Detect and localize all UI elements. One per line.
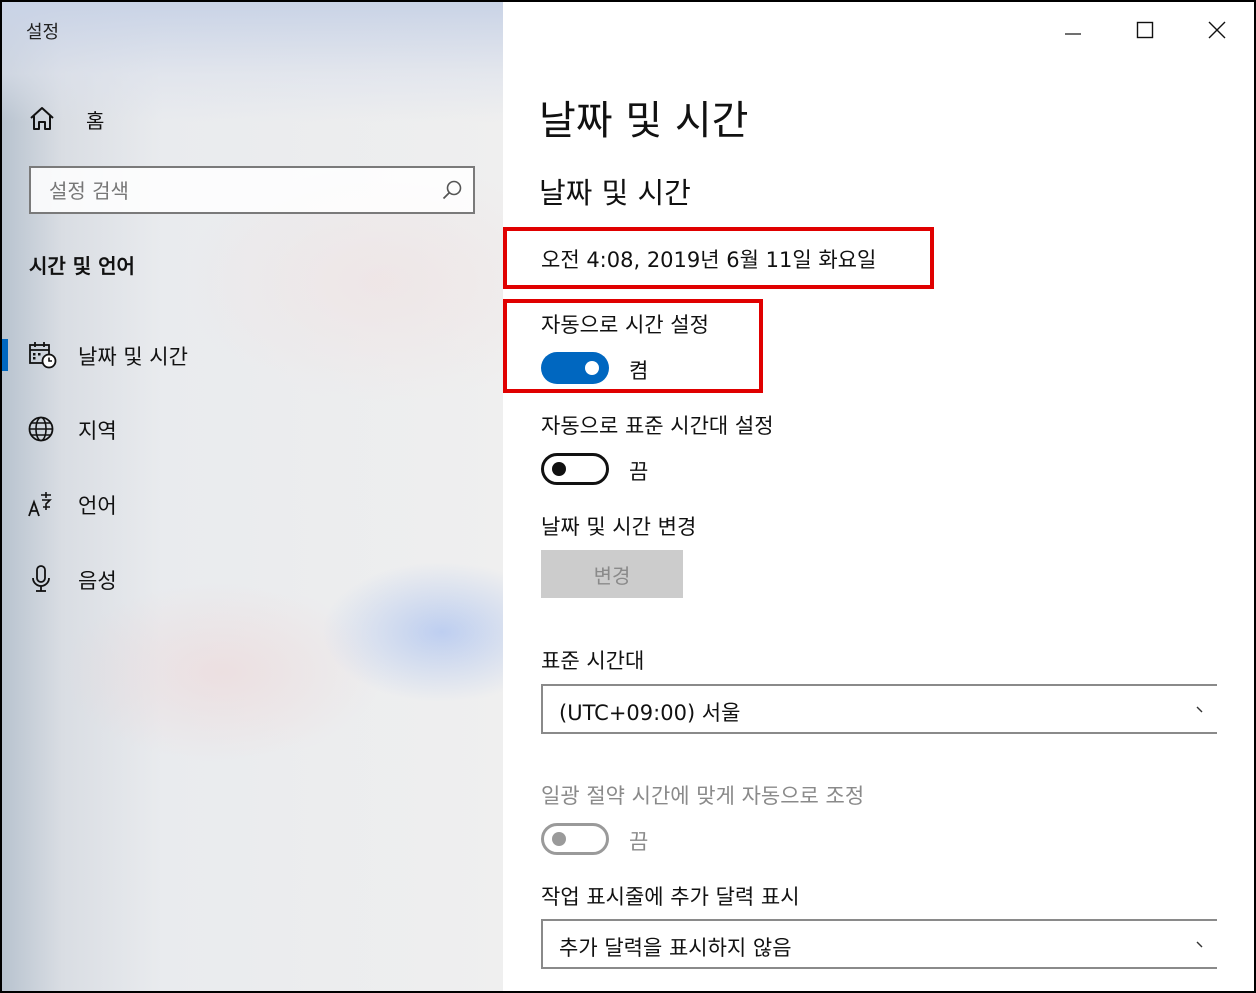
auto-time-label: 자동으로 시간 설정	[541, 313, 709, 337]
sidebar-item-label: 날짜 및 시간	[78, 345, 188, 369]
sidebar-item-speech[interactable]: 음성	[2, 556, 503, 602]
taskbar-calendar-label: 작업 표시줄에 추가 달력 표시	[541, 885, 800, 909]
taskbar-calendar-value: 추가 달력을 표시하지 않음	[559, 936, 792, 960]
search-input[interactable]	[47, 174, 431, 208]
calendar-clock-icon	[29, 342, 57, 369]
page-title: 날짜 및 시간	[539, 98, 749, 144]
settings-window: 설정 홈 시간 및 언어	[2, 2, 1254, 991]
home-icon	[30, 107, 54, 130]
sidebar-item-label: 지역	[78, 419, 117, 443]
dst-state: 끔	[629, 830, 649, 854]
chevron-down-icon	[1196, 941, 1203, 948]
dst-label: 일광 절약 시간에 맞게 자동으로 조정	[541, 784, 865, 808]
sidebar-item-date-time[interactable]: 날짜 및 시간	[2, 332, 503, 378]
minimize-button[interactable]	[1053, 10, 1093, 50]
sidebar: 설정 홈 시간 및 언어	[2, 2, 503, 991]
timezone-value: (UTC+09:00) 서울	[559, 701, 741, 725]
sidebar-item-label: 언어	[78, 494, 117, 518]
sidebar-section-title: 시간 및 언어	[29, 254, 135, 278]
auto-timezone-label: 자동으로 표준 시간대 설정	[541, 414, 774, 438]
microphone-icon	[32, 565, 50, 592]
close-button[interactable]	[1197, 10, 1237, 50]
timezone-label: 표준 시간대	[541, 649, 645, 673]
maximize-button[interactable]	[1125, 10, 1165, 50]
globe-icon	[28, 416, 54, 442]
home-label: 홈	[86, 108, 105, 133]
home-nav-item[interactable]: 홈	[26, 100, 104, 138]
change-button[interactable]: 변경	[541, 550, 683, 598]
auto-time-toggle[interactable]	[541, 352, 609, 384]
auto-timezone-toggle[interactable]	[541, 453, 609, 485]
toggle-knob	[552, 832, 566, 846]
sidebar-item-label: 음성	[78, 569, 117, 593]
dst-toggle[interactable]	[541, 823, 609, 855]
change-datetime-label: 날짜 및 시간 변경	[541, 515, 697, 539]
sidebar-item-region[interactable]: 지역	[2, 406, 503, 452]
taskbar-calendar-select[interactable]: 추가 달력을 표시하지 않음	[541, 919, 1217, 969]
toggle-knob	[552, 462, 566, 476]
main-content: 날짜 및 시간 날짜 및 시간 오전 4:08, 2019년 6월 11일 화요…	[503, 2, 1254, 991]
search-box[interactable]	[29, 166, 475, 214]
auto-timezone-state: 끔	[629, 460, 649, 484]
selection-indicator	[2, 339, 8, 371]
search-icon[interactable]	[441, 179, 463, 201]
current-datetime: 오전 4:08, 2019년 6월 11일 화요일	[541, 248, 877, 272]
app-title: 설정	[26, 22, 60, 43]
section-title: 날짜 및 시간	[539, 176, 691, 210]
sidebar-item-language[interactable]: 언어	[2, 481, 503, 527]
toggle-knob	[585, 361, 599, 375]
timezone-select[interactable]: (UTC+09:00) 서울	[541, 684, 1217, 734]
chevron-down-icon	[1196, 706, 1203, 713]
language-icon	[28, 492, 52, 517]
auto-time-state: 켬	[629, 359, 649, 383]
